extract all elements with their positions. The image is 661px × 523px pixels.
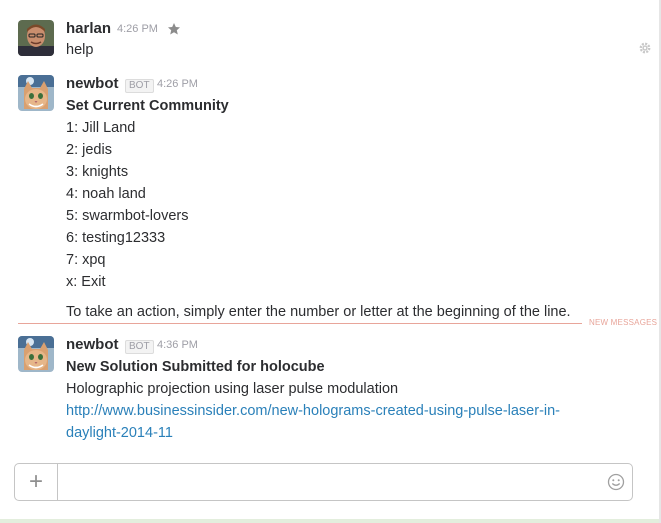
list-item: 7: xpq xyxy=(66,252,106,268)
list-item: 6: testing12333 xyxy=(66,230,166,246)
gear-icon[interactable] xyxy=(638,41,652,55)
list-item: x: Exit xyxy=(66,274,106,290)
timestamp[interactable]: 4:26 PM xyxy=(117,23,158,35)
new-messages-label: NEW MESSAGES xyxy=(589,318,658,327)
message-link-continuation[interactable]: daylight-2014-11 xyxy=(66,425,173,441)
sender-name[interactable]: newbot xyxy=(66,75,119,92)
message-text: Holographic projection using laser pulse… xyxy=(66,381,399,397)
message-composer: + xyxy=(14,463,633,501)
bottom-status-bar xyxy=(0,519,661,523)
sender-name[interactable]: harlan xyxy=(66,20,111,37)
avatar-newbot[interactable] xyxy=(18,336,54,372)
message-footer: To take an action, simply enter the numb… xyxy=(66,304,571,320)
bot-badge: BOT xyxy=(125,340,154,354)
list-item: 4: noah land xyxy=(66,186,146,202)
message-link[interactable]: http://www.businessinsider.com/new-holog… xyxy=(66,403,560,419)
add-attachment-button[interactable]: + xyxy=(15,464,58,500)
timestamp[interactable]: 4:26 PM xyxy=(157,78,198,90)
message-title: Set Current Community xyxy=(66,98,229,114)
sender-name[interactable]: newbot xyxy=(66,336,119,353)
avatar-harlan[interactable] xyxy=(18,20,54,56)
smiley-icon[interactable] xyxy=(607,473,625,491)
bot-badge: BOT xyxy=(125,79,154,93)
list-item: 1: Jill Land xyxy=(66,120,136,136)
message-input[interactable] xyxy=(58,464,588,500)
star-icon[interactable] xyxy=(167,22,181,36)
avatar-newbot[interactable] xyxy=(18,75,54,111)
message-title: New Solution Submitted for holocube xyxy=(66,359,325,375)
list-item: 5: swarmbot-lovers xyxy=(66,208,189,224)
message-text: help xyxy=(66,42,94,58)
timestamp[interactable]: 4:36 PM xyxy=(157,339,198,351)
list-item: 3: knights xyxy=(66,164,129,180)
list-item: 2: jedis xyxy=(66,142,112,158)
new-messages-divider xyxy=(18,323,582,324)
